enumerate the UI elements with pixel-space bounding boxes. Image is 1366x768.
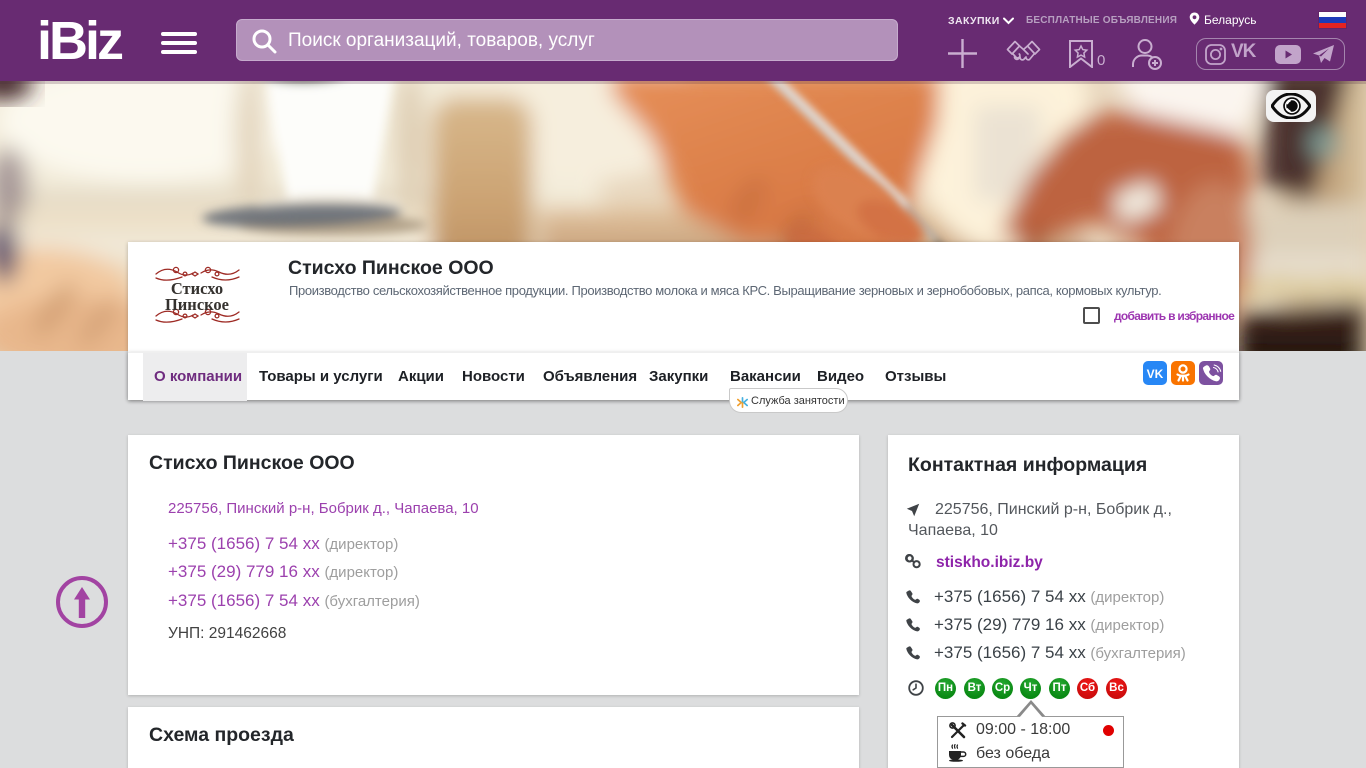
svg-text:VK: VK [1147,367,1164,381]
svg-text:Пинское: Пинское [165,295,229,314]
